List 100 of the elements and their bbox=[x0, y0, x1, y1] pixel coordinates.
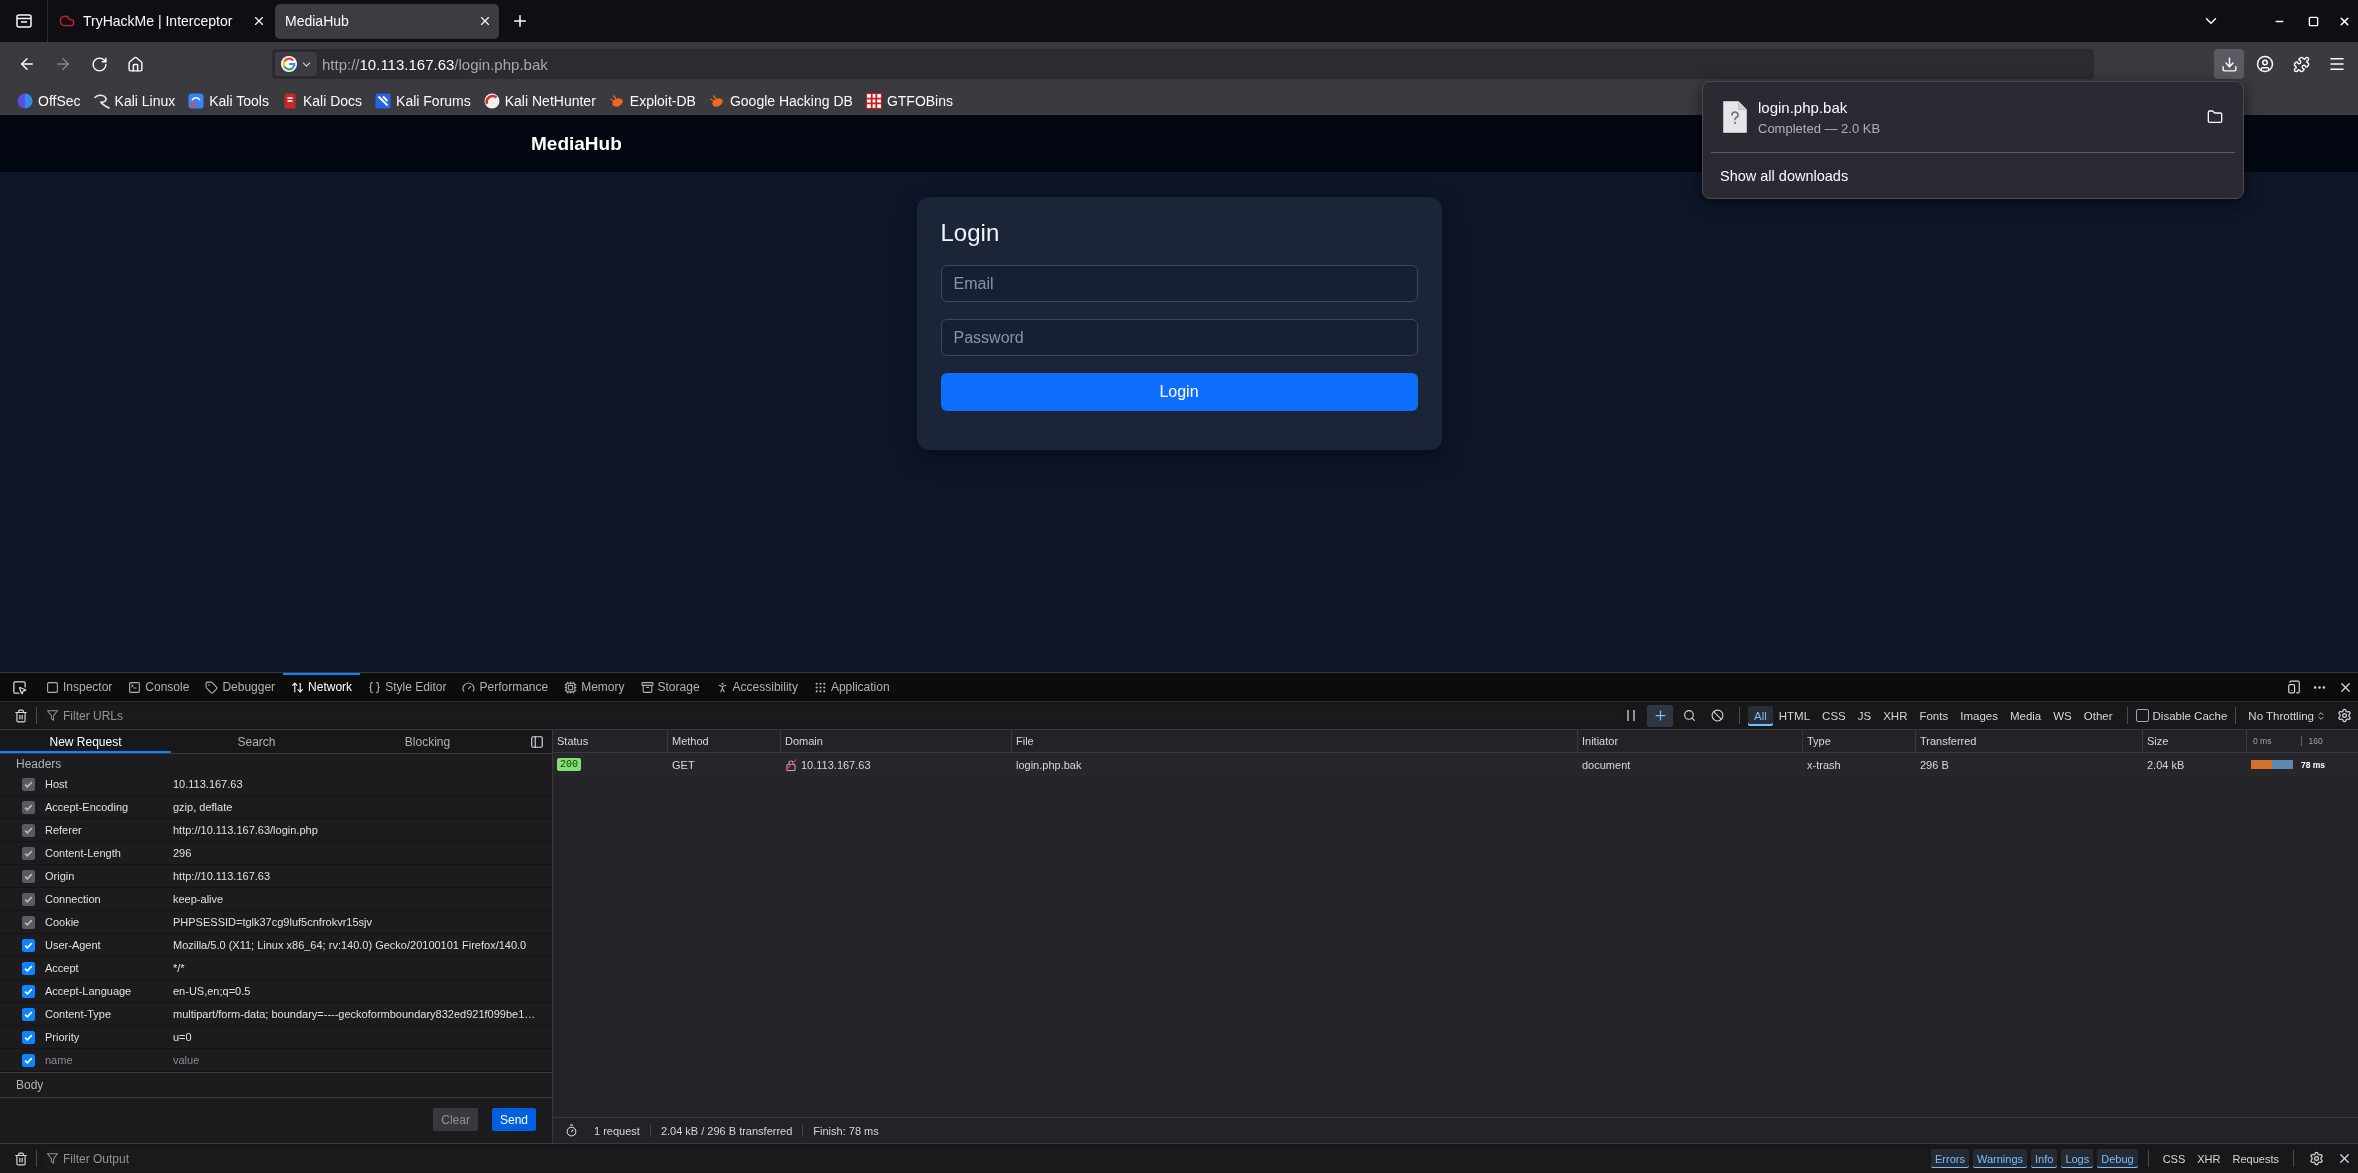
devtools-tab[interactable]: Performance bbox=[454, 673, 557, 701]
log-level-filter[interactable]: Warnings bbox=[1972, 1149, 2027, 1168]
disable-cache-label[interactable]: Disable Cache bbox=[2152, 709, 2228, 722]
header-value-field[interactable]: value bbox=[173, 1051, 549, 1069]
send-button[interactable]: Send bbox=[491, 1108, 536, 1131]
new-request-button[interactable] bbox=[1647, 704, 1673, 727]
devtools-tab[interactable]: Application bbox=[805, 673, 898, 701]
header-checkbox[interactable] bbox=[22, 961, 35, 975]
back-icon[interactable] bbox=[18, 55, 36, 73]
column-header[interactable]: Size bbox=[2143, 730, 2247, 752]
devtools-tab[interactable]: Accessibility bbox=[707, 673, 806, 701]
type-filter-button[interactable]: CSS bbox=[1816, 705, 1852, 726]
header-name-field[interactable]: Priority bbox=[45, 1028, 173, 1046]
bookmark[interactable]: Kali Tools bbox=[182, 88, 275, 113]
close-icon[interactable] bbox=[2337, 14, 2351, 28]
clear-button[interactable]: Clear bbox=[433, 1108, 478, 1131]
puzzle-piece-icon[interactable] bbox=[2292, 55, 2310, 73]
sidebar-tab[interactable]: Blocking bbox=[342, 730, 513, 753]
header-checkbox[interactable] bbox=[22, 984, 35, 998]
pick-element-icon[interactable] bbox=[11, 679, 27, 695]
devtools-tab[interactable]: Storage bbox=[632, 673, 708, 701]
reload-icon[interactable] bbox=[90, 55, 108, 73]
log-level-filter[interactable]: Logs bbox=[2061, 1149, 2094, 1168]
header-name-field[interactable]: Accept bbox=[45, 959, 173, 977]
maximize-icon[interactable] bbox=[2307, 15, 2319, 27]
header-name-field[interactable]: name bbox=[45, 1051, 173, 1069]
type-filter-button[interactable]: Media bbox=[2003, 705, 2048, 726]
settings-icon[interactable] bbox=[2336, 708, 2352, 723]
output-filter-button[interactable]: Requests bbox=[2228, 1149, 2283, 1168]
header-name-field[interactable]: User-Agent bbox=[45, 936, 173, 954]
bookmark[interactable]: Kali Docs bbox=[275, 88, 369, 113]
search-engine-button[interactable] bbox=[275, 52, 317, 76]
bookmark[interactable]: Kali Forums bbox=[369, 88, 477, 113]
type-filter-button[interactable]: WS bbox=[2047, 705, 2078, 726]
sidebar-tab[interactable]: New Request bbox=[0, 730, 171, 753]
header-name-field[interactable]: Accept-Language bbox=[45, 982, 173, 1000]
close-tab-icon[interactable] bbox=[252, 14, 266, 28]
disable-cache-checkbox[interactable] bbox=[2135, 709, 2149, 722]
bookmark[interactable]: OffSec bbox=[11, 88, 87, 113]
column-header[interactable]: Transferred bbox=[1916, 730, 2143, 752]
column-header[interactable]: File bbox=[1012, 730, 1578, 752]
header-name-field[interactable]: Content-Type bbox=[45, 1005, 173, 1023]
header-checkbox[interactable] bbox=[22, 938, 35, 952]
header-value-field[interactable]: u=0 bbox=[173, 1028, 549, 1046]
search-icon[interactable] bbox=[1682, 709, 1696, 722]
log-level-filter[interactable]: Debug bbox=[2097, 1149, 2138, 1168]
devtools-tab[interactable]: Style Editor bbox=[360, 673, 455, 701]
bookmark[interactable]: Kali Linux bbox=[87, 88, 182, 113]
devtools-tab[interactable]: Memory bbox=[556, 673, 633, 701]
trash-icon[interactable] bbox=[14, 1151, 28, 1166]
trash-icon[interactable] bbox=[14, 708, 28, 723]
devtools-tab[interactable]: Console bbox=[120, 673, 198, 701]
close-tab-icon[interactable] bbox=[478, 14, 492, 28]
type-filter-button[interactable]: Other bbox=[2077, 705, 2119, 726]
address-bar[interactable]: http://10.113.167.63/login.php.bak bbox=[272, 49, 2094, 79]
header-checkbox[interactable] bbox=[22, 1053, 35, 1067]
devtools-tab[interactable]: Debugger bbox=[197, 673, 284, 701]
type-filter-button[interactable]: JS bbox=[1851, 705, 1878, 726]
bookmark[interactable]: GTFOBins bbox=[859, 88, 959, 113]
column-header[interactable]: Type bbox=[1803, 730, 1916, 752]
header-value-field[interactable]: Mozilla/5.0 (X11; Linux x86_64; rv:140.0) Gecko/20100101 Firefox/140.0 bbox=[173, 936, 549, 954]
login-button[interactable]: Login bbox=[940, 373, 1418, 411]
menu-icon[interactable] bbox=[2328, 55, 2346, 73]
type-filter-button[interactable]: XHR bbox=[1877, 705, 1914, 726]
column-header[interactable]: Method bbox=[668, 730, 781, 752]
header-value-field[interactable]: en-US,en;q=0.5 bbox=[173, 982, 549, 1000]
header-value-field[interactable]: multipart/form-data; boundary=----geckoformboundary832ed921f099be1… bbox=[173, 1005, 549, 1023]
column-header[interactable]: Status bbox=[553, 730, 668, 752]
login-input-field[interactable]: Password bbox=[940, 319, 1418, 356]
account-icon[interactable] bbox=[2256, 55, 2274, 73]
header-checkbox[interactable] bbox=[22, 1030, 35, 1044]
output-filter-button[interactable]: CSS bbox=[2158, 1149, 2190, 1168]
site-brand[interactable]: MediaHub bbox=[531, 132, 622, 154]
output-filter-button[interactable]: XHR bbox=[2193, 1149, 2225, 1168]
log-level-filter[interactable]: Info bbox=[2031, 1149, 2058, 1168]
block-icon[interactable] bbox=[1710, 709, 1724, 722]
type-filter-button[interactable]: HTML bbox=[1772, 705, 1817, 726]
downloads-button[interactable] bbox=[2214, 49, 2244, 79]
bookmark[interactable]: Exploit-DB bbox=[602, 88, 702, 113]
browser-tab[interactable]: MediaHub bbox=[275, 3, 499, 39]
download-filename[interactable]: login.php.bak bbox=[1758, 98, 1848, 116]
responsive-design-icon[interactable] bbox=[2287, 680, 2301, 694]
home-icon[interactable] bbox=[126, 55, 144, 73]
bookmark[interactable]: Kali NetHunter bbox=[477, 88, 602, 113]
sidebar-tab[interactable]: Search bbox=[171, 730, 342, 753]
new-tab-icon[interactable] bbox=[511, 12, 529, 30]
request-row[interactable]: 200 GET 10.113.167.63 login.php.bak document x-trash 296 B 2.04 kB 78 ms bbox=[553, 753, 2358, 776]
header-value-field[interactable]: */* bbox=[173, 959, 549, 977]
log-level-filter[interactable]: Errors bbox=[1931, 1149, 1969, 1168]
folder-icon[interactable] bbox=[2207, 109, 2223, 125]
bookmark[interactable]: Google Hacking DB bbox=[702, 88, 859, 113]
type-filter-button[interactable]: Fonts bbox=[1913, 705, 1955, 726]
column-header[interactable]: Initiator bbox=[1578, 730, 1803, 752]
login-input-field[interactable]: Email bbox=[940, 265, 1418, 302]
pause-icon[interactable] bbox=[1627, 710, 1635, 721]
devtools-tab[interactable]: Network bbox=[283, 673, 361, 701]
panel-toggle-icon[interactable] bbox=[530, 734, 544, 749]
devtools-tab[interactable]: Inspector bbox=[38, 673, 121, 701]
browser-tab[interactable]: TryHackMe | Interceptor bbox=[49, 3, 273, 39]
type-filter-button[interactable]: All bbox=[1748, 705, 1773, 726]
